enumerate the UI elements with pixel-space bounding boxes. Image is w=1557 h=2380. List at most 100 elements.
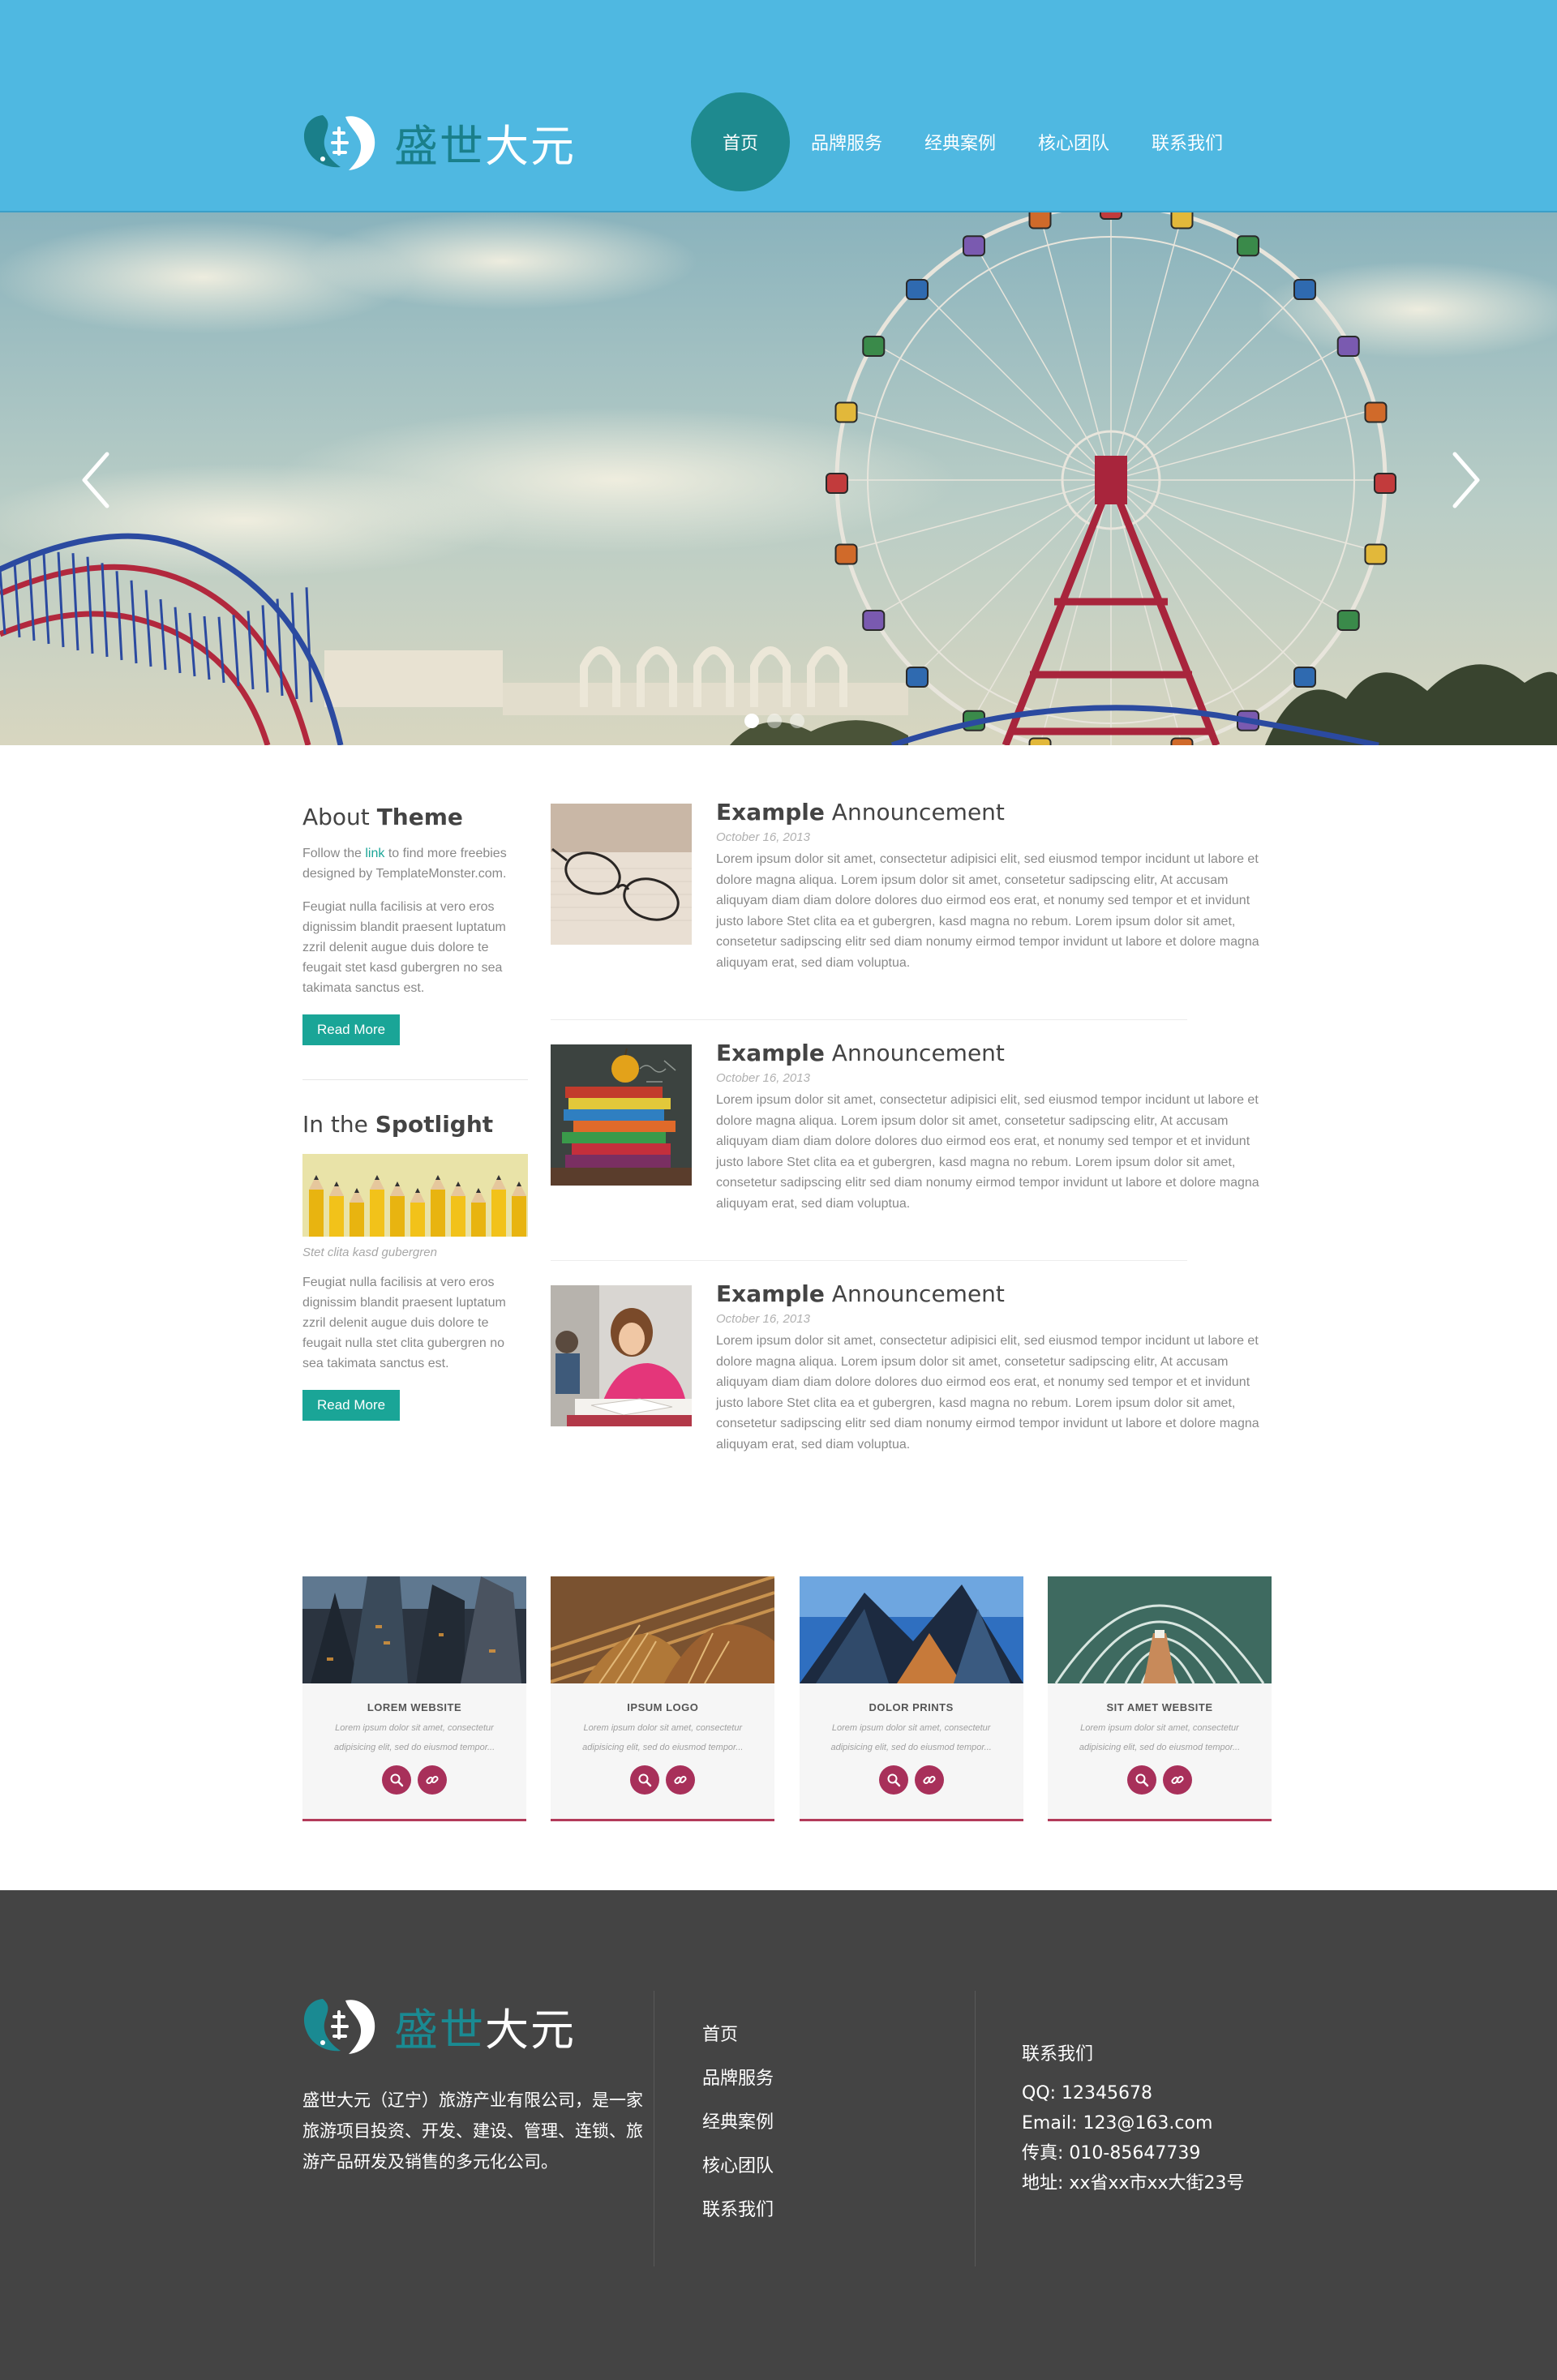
- spotlight-title-bold: Spotlight: [375, 1111, 494, 1138]
- footer-link-brand-services[interactable]: 品牌服务: [702, 2064, 774, 2108]
- footer-contact-address: 地址: xx省xx市xx大街23号: [1022, 2173, 1245, 2193]
- about-intro-link[interactable]: link: [365, 847, 384, 860]
- footer-contact: 联系我们 QQ: 12345678 Email: 123@163.com 传真:…: [1022, 2039, 1245, 2198]
- announcement-title-bold: Example: [716, 1280, 825, 1307]
- footer-logo-text-accent: 盛世: [394, 2004, 485, 2056]
- footer-logo-text: 盛世大元: [394, 1994, 576, 2058]
- link-icon[interactable]: [1162, 1765, 1192, 1795]
- about-intro: Follow the link to find more freebies de…: [302, 843, 528, 884]
- portfolio-card: IPSUM LOGO Lorem ipsum dolor sit amet, c…: [551, 1576, 775, 1821]
- announcement-title[interactable]: Example Announcement: [716, 799, 1272, 825]
- announcement-title-bold: Example: [716, 1040, 825, 1066]
- announcement-text: Lorem ipsum dolor sit amet, consectetur …: [716, 1334, 1259, 1452]
- link-icon[interactable]: [666, 1765, 696, 1795]
- footer-contact-qq: QQ: 12345678: [1022, 2083, 1153, 2103]
- announcement-title-plain: Announcement: [824, 799, 1005, 825]
- footer-logo[interactable]: 盛世大元: [298, 1989, 607, 2062]
- footer-logo-text-main: 大元: [485, 2004, 576, 2056]
- slider-dot[interactable]: [767, 714, 782, 728]
- slider-next-icon[interactable]: [1442, 448, 1491, 512]
- announcement-text: Lorem ipsum dolor sit amet, consectetur …: [716, 852, 1259, 970]
- glasses-image[interactable]: [551, 804, 692, 945]
- main-nav: 首页 品牌服务 经典案例 核心团队 联系我们: [691, 92, 1265, 191]
- footer-contact-email[interactable]: Email: 123@163.com: [1022, 2108, 1245, 2138]
- slider-dot[interactable]: [744, 714, 759, 728]
- slider-prev-icon[interactable]: [71, 448, 120, 512]
- portfolio-card-title: SIT AMET WEBSITE: [1106, 1701, 1213, 1713]
- zoom-icon[interactable]: [1126, 1765, 1156, 1795]
- announcement-body: Example Announcement October 16, 2013 Lo…: [716, 1040, 1272, 1284]
- nav-item-contact[interactable]: 联系我们: [1152, 129, 1223, 155]
- footer-contact-fax: 传真: 010-85647739: [1022, 2143, 1201, 2163]
- skyscrapers-image[interactable]: [302, 1576, 526, 1683]
- announcement-title-plain: Announcement: [824, 1040, 1005, 1066]
- zoom-icon[interactable]: [630, 1765, 660, 1795]
- slider-dot[interactable]: [790, 714, 804, 728]
- swan-logo-icon: [303, 115, 375, 170]
- slider-dots: [744, 714, 804, 728]
- portfolio-card-actions: [302, 1765, 526, 1795]
- spotlight-pencils-image[interactable]: [302, 1154, 528, 1251]
- portfolio-grid: LOREM WEBSITE Lorem ipsum dolor sit amet…: [302, 1576, 1272, 1821]
- portfolio-card-title: DOLOR PRINTS: [869, 1701, 954, 1713]
- announcements: Example Announcement October 16, 2013 Lo…: [551, 799, 1272, 1525]
- nav-item-team[interactable]: 核心团队: [1038, 129, 1109, 155]
- portfolio-card: SIT AMET WEBSITE Lorem ipsum dolor sit a…: [1047, 1576, 1272, 1821]
- link-icon[interactable]: [914, 1765, 944, 1795]
- footer-links: 首页 品牌服务 经典案例 核心团队 联系我们: [702, 2020, 774, 2239]
- announcement-title[interactable]: Example Announcement: [716, 1280, 1272, 1307]
- nav-item-home[interactable]: 首页: [691, 92, 790, 191]
- announcement-item: Example Announcement October 16, 2013 Lo…: [551, 1280, 1272, 1525]
- swan-logo-icon: [303, 1999, 375, 2054]
- site-logo[interactable]: 盛世大元: [298, 105, 607, 178]
- books-apple-image[interactable]: [551, 1044, 692, 1186]
- announcement-item: Example Announcement October 16, 2013 Lo…: [551, 1040, 1272, 1284]
- portfolio-card-text: Lorem ipsum dolor sit amet, consectetur …: [1079, 1723, 1241, 1752]
- spotlight-caption: Stet clita kasd gubergren: [302, 1246, 437, 1259]
- logo-text-main: 大元: [485, 120, 576, 172]
- site-header: 盛世大元 首页 品牌服务 经典案例 核心团队 联系我们: [0, 0, 1557, 212]
- about-intro-before: Follow the: [302, 847, 366, 860]
- zoom-icon[interactable]: [878, 1765, 908, 1795]
- portfolio-card: LOREM WEBSITE Lorem ipsum dolor sit amet…: [302, 1576, 526, 1821]
- about-text: Feugiat nulla facilisis at vero eros dig…: [302, 900, 506, 995]
- footer-contact-title: 联系我们: [1022, 2044, 1094, 2065]
- portfolio-card-title: LOREM WEBSITE: [367, 1701, 462, 1713]
- logo-text-accent: 盛世: [394, 120, 485, 172]
- spotlight-title-plain: In the: [302, 1111, 375, 1138]
- footer-link-cases[interactable]: 经典案例: [702, 2108, 774, 2151]
- zoom-icon[interactable]: [382, 1765, 411, 1795]
- link-icon[interactable]: [418, 1765, 447, 1795]
- nav-item-cases[interactable]: 经典案例: [924, 129, 996, 155]
- portfolio-card-actions: [551, 1765, 774, 1795]
- glass-building-image[interactable]: [799, 1576, 1023, 1683]
- footer-divider: [975, 1991, 976, 2266]
- staircase-image[interactable]: [551, 1576, 775, 1683]
- footer-link-contact[interactable]: 联系我们: [702, 2195, 774, 2239]
- footer-link-home[interactable]: 首页: [702, 2020, 774, 2064]
- announcement-body: Example Announcement October 16, 2013 Lo…: [716, 799, 1272, 1044]
- announcement-body: Example Announcement October 16, 2013 Lo…: [716, 1280, 1272, 1525]
- spotlight-read-more-button[interactable]: Read More: [302, 1390, 401, 1421]
- announcement-title[interactable]: Example Announcement: [716, 1040, 1272, 1066]
- portfolio-card-text: Lorem ipsum dolor sit amet, consectetur …: [830, 1723, 992, 1752]
- footer-link-team[interactable]: 核心团队: [702, 2151, 774, 2195]
- portfolio-card-text: Lorem ipsum dolor sit amet, consectetur …: [333, 1723, 495, 1752]
- nav-item-brand-services[interactable]: 品牌服务: [811, 129, 882, 155]
- sidebar: About Theme Follow the link to find more…: [302, 804, 528, 1421]
- sidebar-divider: [302, 1079, 528, 1080]
- spotlight-text: Feugiat nulla facilisis at vero eros dig…: [302, 1276, 506, 1370]
- announcement-text: Lorem ipsum dolor sit amet, consectetur …: [716, 1093, 1259, 1211]
- main-content: About Theme Follow the link to find more…: [0, 745, 1557, 1890]
- portfolio-card: DOLOR PRINTS Lorem ipsum dolor sit amet,…: [799, 1576, 1023, 1821]
- about-title-plain: About: [302, 804, 377, 830]
- portfolio-card-actions: [800, 1765, 1023, 1795]
- student-reading-image[interactable]: [551, 1285, 692, 1426]
- glass-tunnel-image[interactable]: [1047, 1576, 1272, 1683]
- about-read-more-button[interactable]: Read More: [302, 1014, 401, 1045]
- hero-slider: [0, 212, 1557, 745]
- announcement-item: Example Announcement October 16, 2013 Lo…: [551, 799, 1272, 1044]
- portfolio-card-title: IPSUM LOGO: [627, 1701, 699, 1713]
- announcement-title-plain: Announcement: [824, 1280, 1005, 1307]
- logo-text: 盛世大元: [394, 110, 576, 174]
